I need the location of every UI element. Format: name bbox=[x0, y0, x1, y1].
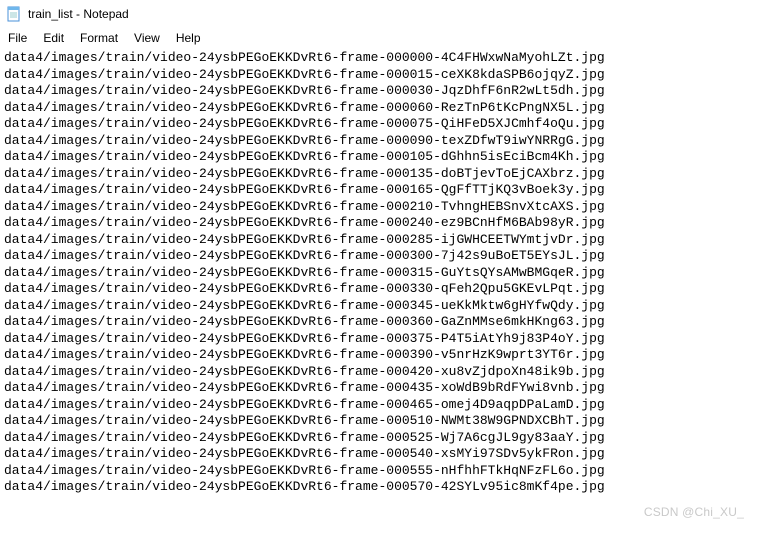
text-line[interactable]: data4/images/train/video-24ysbPEGoEKKDvR… bbox=[4, 430, 760, 447]
text-line[interactable]: data4/images/train/video-24ysbPEGoEKKDvR… bbox=[4, 298, 760, 315]
text-line[interactable]: data4/images/train/video-24ysbPEGoEKKDvR… bbox=[4, 397, 760, 414]
text-line[interactable]: data4/images/train/video-24ysbPEGoEKKDvR… bbox=[4, 281, 760, 298]
text-line[interactable]: data4/images/train/video-24ysbPEGoEKKDvR… bbox=[4, 116, 760, 133]
text-line[interactable]: data4/images/train/video-24ysbPEGoEKKDvR… bbox=[4, 479, 760, 496]
text-line[interactable]: data4/images/train/video-24ysbPEGoEKKDvR… bbox=[4, 133, 760, 150]
text-line[interactable]: data4/images/train/video-24ysbPEGoEKKDvR… bbox=[4, 347, 760, 364]
text-line[interactable]: data4/images/train/video-24ysbPEGoEKKDvR… bbox=[4, 50, 760, 67]
menu-edit[interactable]: Edit bbox=[35, 29, 72, 47]
menu-view[interactable]: View bbox=[126, 29, 168, 47]
text-line[interactable]: data4/images/train/video-24ysbPEGoEKKDvR… bbox=[4, 182, 760, 199]
text-line[interactable]: data4/images/train/video-24ysbPEGoEKKDvR… bbox=[4, 314, 760, 331]
text-line[interactable]: data4/images/train/video-24ysbPEGoEKKDvR… bbox=[4, 67, 760, 84]
menu-format[interactable]: Format bbox=[72, 29, 126, 47]
menu-help[interactable]: Help bbox=[168, 29, 209, 47]
text-line[interactable]: data4/images/train/video-24ysbPEGoEKKDvR… bbox=[4, 232, 760, 249]
text-line[interactable]: data4/images/train/video-24ysbPEGoEKKDvR… bbox=[4, 413, 760, 430]
text-line[interactable]: data4/images/train/video-24ysbPEGoEKKDvR… bbox=[4, 364, 760, 381]
menubar: File Edit Format View Help bbox=[0, 28, 764, 48]
watermark: CSDN @Chi_XU_ bbox=[644, 505, 744, 519]
menu-file[interactable]: File bbox=[4, 29, 35, 47]
text-line[interactable]: data4/images/train/video-24ysbPEGoEKKDvR… bbox=[4, 100, 760, 117]
text-area[interactable]: data4/images/train/video-24ysbPEGoEKKDvR… bbox=[0, 48, 764, 496]
text-line[interactable]: data4/images/train/video-24ysbPEGoEKKDvR… bbox=[4, 215, 760, 232]
text-line[interactable]: data4/images/train/video-24ysbPEGoEKKDvR… bbox=[4, 83, 760, 100]
text-line[interactable]: data4/images/train/video-24ysbPEGoEKKDvR… bbox=[4, 463, 760, 480]
text-line[interactable]: data4/images/train/video-24ysbPEGoEKKDvR… bbox=[4, 166, 760, 183]
window-title: train_list - Notepad bbox=[28, 7, 129, 21]
text-line[interactable]: data4/images/train/video-24ysbPEGoEKKDvR… bbox=[4, 331, 760, 348]
text-line[interactable]: data4/images/train/video-24ysbPEGoEKKDvR… bbox=[4, 265, 760, 282]
text-line[interactable]: data4/images/train/video-24ysbPEGoEKKDvR… bbox=[4, 199, 760, 216]
titlebar[interactable]: train_list - Notepad bbox=[0, 0, 764, 28]
text-line[interactable]: data4/images/train/video-24ysbPEGoEKKDvR… bbox=[4, 380, 760, 397]
text-line[interactable]: data4/images/train/video-24ysbPEGoEKKDvR… bbox=[4, 248, 760, 265]
text-line[interactable]: data4/images/train/video-24ysbPEGoEKKDvR… bbox=[4, 149, 760, 166]
text-line[interactable]: data4/images/train/video-24ysbPEGoEKKDvR… bbox=[4, 446, 760, 463]
notepad-icon bbox=[6, 6, 22, 22]
